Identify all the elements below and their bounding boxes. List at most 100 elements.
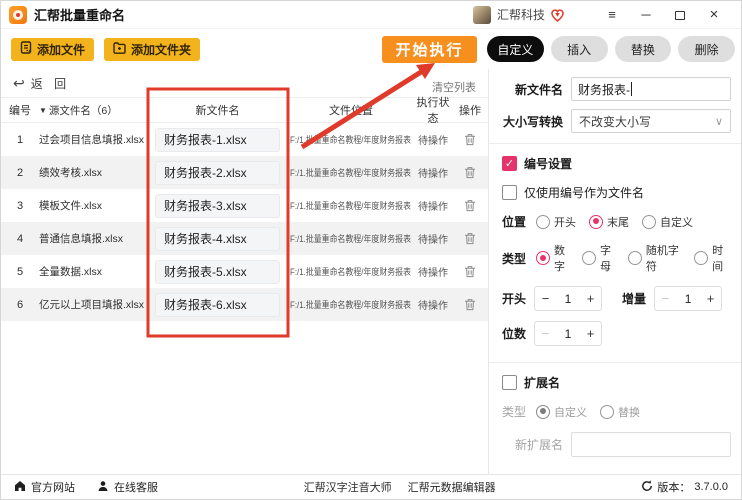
row-delete-button[interactable] xyxy=(452,265,488,278)
row-new-name-field[interactable]: 财务报表-1.xlsx xyxy=(155,127,280,152)
status-bar: 官方网站 在线客服 汇帮汉字注音大师 汇帮元数据编辑器 版本： 3.7.0.0 xyxy=(1,474,741,499)
row-new-name-field[interactable]: 财务报表-6.xlsx xyxy=(155,292,280,317)
position-label: 位置 xyxy=(502,215,527,229)
radio-icon xyxy=(694,251,709,265)
row-new-name-field[interactable]: 财务报表-5.xlsx xyxy=(155,259,280,284)
row-status: 待操作 xyxy=(418,268,448,279)
metadata-editor-link[interactable]: 汇帮元数据编辑器 xyxy=(408,479,496,495)
checkbox-checked-icon[interactable]: ✓ xyxy=(502,156,517,171)
settings-panel: 新文件名 财务报表- 大小写转换 不改变大小写 ∨ ✓ 编号设置 仅使用编号作为… xyxy=(488,69,741,474)
row-location: F:/1.批量重命名教程/年度财务报表 xyxy=(290,201,412,211)
user-avatar[interactable] xyxy=(472,5,491,24)
digits-stepper: − 1 + xyxy=(534,321,603,346)
radio-icon xyxy=(642,214,657,229)
row-location: F:/1.批量重命名教程/年度财务报表 xyxy=(290,135,412,145)
extension-type-label: 类型 xyxy=(502,405,527,419)
row-new-name-field[interactable]: 财务报表-4.xlsx xyxy=(155,226,280,251)
checkbox-unchecked-icon[interactable] xyxy=(502,375,517,390)
minus-button[interactable]: − xyxy=(535,291,556,306)
new-name-input[interactable]: 财务报表- xyxy=(571,77,731,101)
row-location: F:/1.批量重命名教程/年度财务报表 xyxy=(290,168,412,178)
table-row[interactable]: 3 模板文件.xlsx 财务报表-3.xlsx F:/1.批量重命名教程/年度财… xyxy=(1,189,488,222)
numbering-label: 编号设置 xyxy=(524,157,573,171)
table-row[interactable]: 5 全量数据.xlsx 财务报表-5.xlsx F:/1.批量重命名教程/年度财… xyxy=(1,255,488,288)
extension-checkbox-row[interactable]: 扩展名 xyxy=(502,374,731,391)
increment-label: 增量 xyxy=(622,292,647,306)
row-num: 4 xyxy=(16,232,24,245)
plus-button[interactable]: + xyxy=(700,291,721,306)
table-body: 1 过会项目信息填报.xlsx 财务报表-1.xlsx F:/1.批量重命名教程… xyxy=(1,123,488,321)
extension-replace-radio[interactable]: 替换 xyxy=(600,404,640,420)
row-source: 模板文件.xlsx xyxy=(39,200,102,212)
case-convert-select[interactable]: 不改变大小写 ∨ xyxy=(571,109,731,133)
radio-icon xyxy=(627,251,642,265)
official-website-link[interactable]: 官方网站 xyxy=(14,479,75,495)
row-location: F:/1.批量重命名教程/年度财务报表 xyxy=(290,234,412,244)
minimize-button[interactable]: ─ xyxy=(629,1,663,29)
minus-button[interactable]: − xyxy=(655,291,676,306)
increment-stepper: − 1 + xyxy=(654,286,723,311)
maximize-button[interactable] xyxy=(663,1,697,29)
extension-type-radio-group: 类型 自定义 替换 xyxy=(502,403,731,420)
version-value: 3.7.0.0 xyxy=(694,481,728,493)
type-number-radio[interactable]: 数字 xyxy=(536,242,573,274)
position-custom-radio[interactable]: 自定义 xyxy=(642,214,693,230)
type-random-radio[interactable]: 随机字符 xyxy=(627,242,685,274)
table-row[interactable]: 1 过会项目信息填报.xlsx 财务报表-1.xlsx F:/1.批量重命名教程… xyxy=(1,123,488,156)
only-number-checkbox-row[interactable]: 仅使用编号作为文件名 xyxy=(502,184,731,201)
new-extension-input[interactable] xyxy=(571,432,731,457)
add-file-button[interactable]: 添加文件 xyxy=(11,37,95,61)
add-file-label: 添加文件 xyxy=(37,42,86,57)
header-source[interactable]: ▼ 源文件名（6） xyxy=(39,103,147,118)
row-new-name-field[interactable]: 财务报表-2.xlsx xyxy=(155,160,280,185)
close-button[interactable]: × xyxy=(697,1,731,29)
increment-value[interactable]: 1 xyxy=(676,292,700,306)
minus-button[interactable]: − xyxy=(535,326,556,341)
vip-heart-icon[interactable] xyxy=(550,8,565,22)
version-info[interactable]: 版本： 3.7.0.0 xyxy=(641,479,728,495)
row-num: 1 xyxy=(16,133,24,146)
position-start-radio[interactable]: 开头 xyxy=(536,214,576,230)
position-radio-group: 位置 开头 末尾 自定义 xyxy=(502,213,731,230)
position-end-radio[interactable]: 末尾 xyxy=(589,214,629,230)
checkbox-unchecked-icon[interactable] xyxy=(502,185,517,200)
menu-icon[interactable]: ≡ xyxy=(595,1,629,29)
extension-custom-radio[interactable]: 自定义 xyxy=(536,404,587,420)
account-name[interactable]: 汇帮科技 xyxy=(497,6,545,23)
table-row[interactable]: 2 绩效考核.xlsx 财务报表-2.xlsx F:/1.批量重命名教程/年度财… xyxy=(1,156,488,189)
back-arrow-icon: ↩ xyxy=(13,74,25,91)
type-time-radio[interactable]: 时间 xyxy=(694,242,731,274)
start-number-value[interactable]: 1 xyxy=(556,292,580,306)
tab-replace[interactable]: 替换 xyxy=(614,36,672,62)
online-support-link[interactable]: 在线客服 xyxy=(97,479,158,495)
toolbar: 添加文件 添加文件夹 开始执行 自定义 插入 替换 删除 xyxy=(1,29,741,69)
row-new-name-field[interactable]: 财务报表-3.xlsx xyxy=(155,193,280,218)
row-status: 待操作 xyxy=(418,202,448,213)
table-row[interactable]: 6 亿元以上项目填报.xlsx 财务报表-6.xlsx F:/1.批量重命名教程… xyxy=(1,288,488,321)
clear-list-button[interactable]: 清空列表 xyxy=(432,79,476,95)
row-source: 绩效考核.xlsx xyxy=(39,167,102,179)
type-letter-radio[interactable]: 字母 xyxy=(581,242,619,274)
back-button[interactable]: ↩ 返 回 xyxy=(13,75,70,92)
plus-button[interactable]: + xyxy=(580,291,601,306)
type-radio-group: 类型 数字 字母 随机字符 时间 xyxy=(502,242,731,274)
row-num: 6 xyxy=(16,298,24,311)
digits-value[interactable]: 1 xyxy=(556,327,580,341)
add-file-icon xyxy=(20,41,32,57)
row-delete-button[interactable] xyxy=(452,199,488,212)
numbering-checkbox-row[interactable]: ✓ 编号设置 xyxy=(502,155,731,172)
case-convert-label: 大小写转换 xyxy=(502,114,563,129)
execute-button[interactable]: 开始执行 xyxy=(382,35,477,63)
pinyin-master-link[interactable]: 汇帮汉字注音大师 xyxy=(304,479,392,495)
tab-custom[interactable]: 自定义 xyxy=(487,36,544,62)
plus-button[interactable]: + xyxy=(580,326,601,341)
table-row[interactable]: 4 普通信息填报.xlsx 财务报表-4.xlsx F:/1.批量重命名教程/年… xyxy=(1,222,488,255)
row-delete-button[interactable] xyxy=(452,298,488,311)
tab-delete[interactable]: 删除 xyxy=(678,36,735,62)
row-delete-button[interactable] xyxy=(452,133,488,146)
add-folder-button[interactable]: 添加文件夹 xyxy=(104,37,201,61)
row-source: 普通信息填报.xlsx xyxy=(39,233,123,245)
tab-insert[interactable]: 插入 xyxy=(550,36,608,62)
row-delete-button[interactable] xyxy=(452,166,488,179)
row-delete-button[interactable] xyxy=(452,232,488,245)
